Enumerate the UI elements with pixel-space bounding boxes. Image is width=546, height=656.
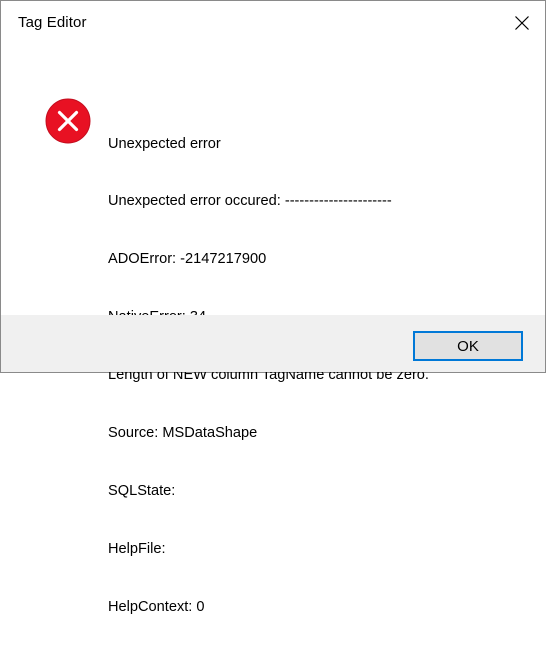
close-button[interactable] [499,1,545,45]
message-line: SQLState: [108,482,176,499]
error-message: Unexpected error Unexpected error occure… [108,96,429,656]
message-line: Unexpected error occured: --------------… [108,193,392,210]
dialog-content: Unexpected error Unexpected error occure… [1,45,545,615]
title-bar[interactable]: Tag Editor [1,1,545,45]
message-line: ADOError: -2147217900 [108,251,267,268]
dialog-window: Tag Editor Unexpected error Unexpected e… [0,0,546,615]
ok-button[interactable]: OK [413,331,523,361]
message-line: Unexpected error [108,135,221,152]
close-icon [515,16,529,30]
message-line: HelpFile: [108,540,166,557]
window-title: Tag Editor [18,14,87,31]
message-line: Source: MSDataShape [108,425,258,442]
error-icon [45,98,91,144]
message-line: HelpContext: 0 [108,598,205,615]
ok-button-label: OK [457,337,479,355]
